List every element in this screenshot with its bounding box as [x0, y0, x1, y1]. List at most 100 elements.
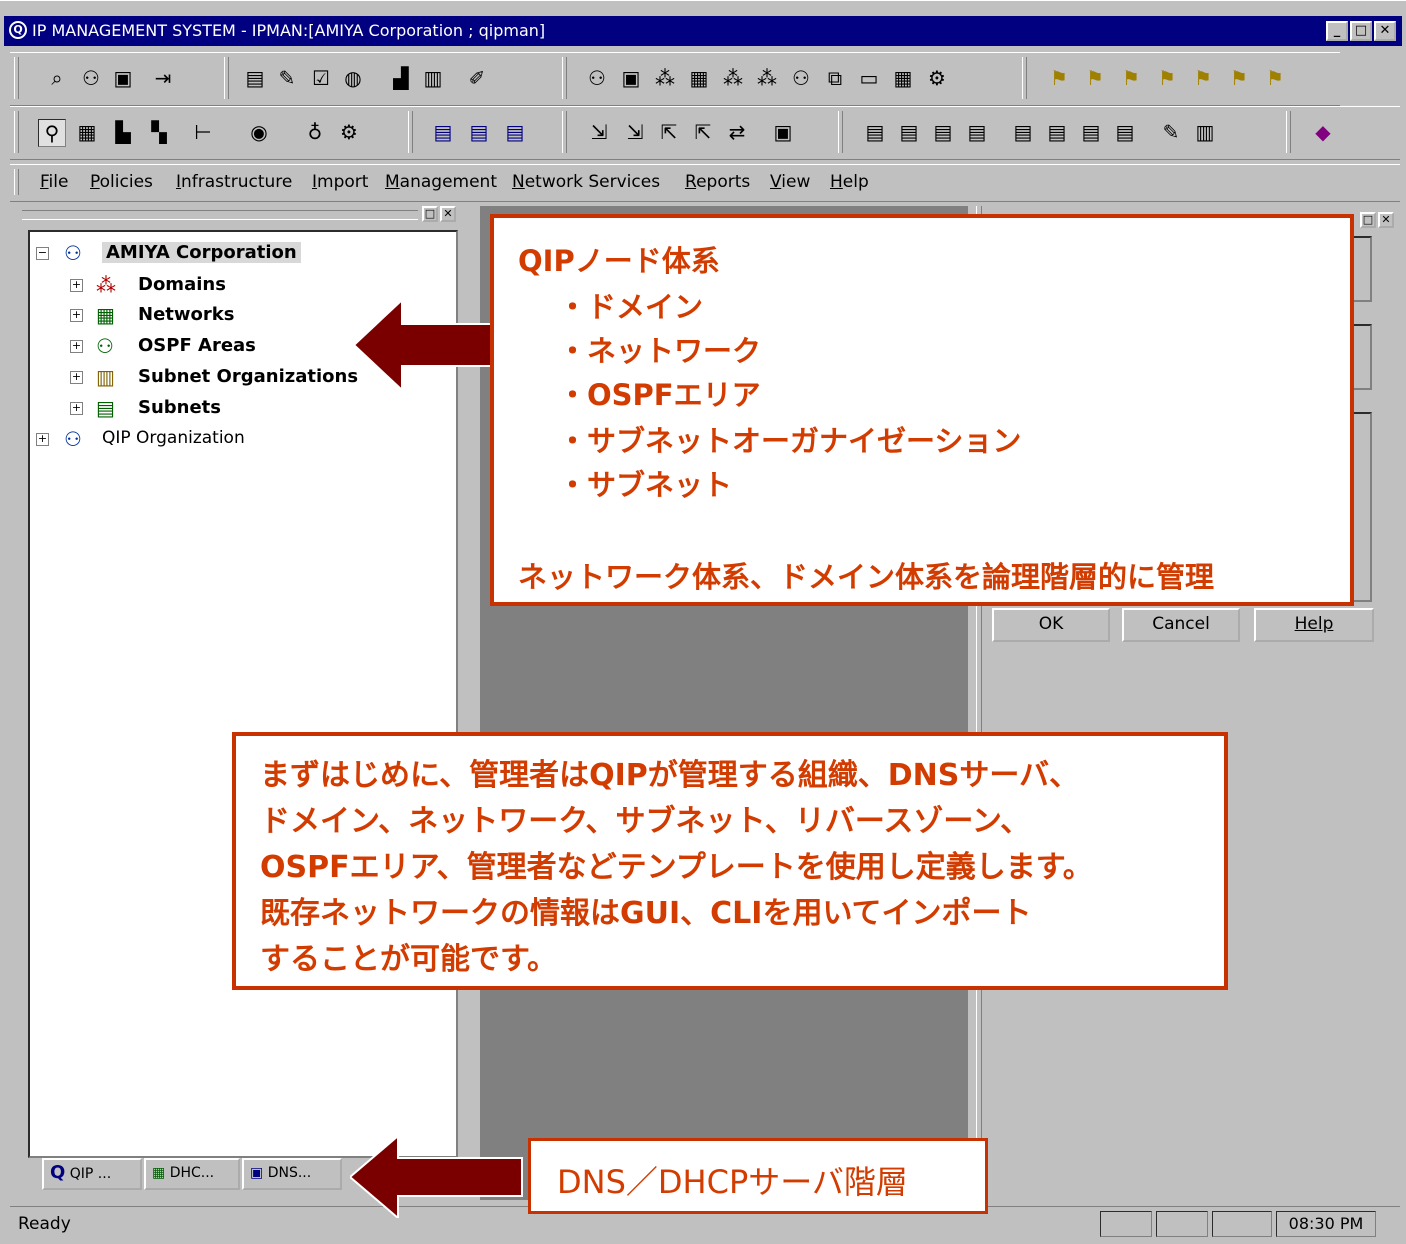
minimize-button[interactable]: _	[1326, 21, 1348, 41]
expand-icon[interactable]: +	[70, 309, 83, 322]
properties-icon[interactable]: ▤	[242, 65, 268, 91]
callout-line: することが可能です。	[260, 942, 557, 977]
chart-icon[interactable]: ▟	[388, 65, 414, 91]
edit-report-icon[interactable]: ✎	[1158, 119, 1184, 145]
tab-dhcp[interactable]: ▦ DHC...	[144, 1158, 240, 1190]
report-icon[interactable]: ▤	[1010, 119, 1036, 145]
server-icon[interactable]: ▣	[110, 65, 136, 91]
bulb-icon[interactable]: ♁	[302, 119, 328, 145]
hierarchy-icon[interactable]: ⊢	[190, 119, 216, 145]
user-icon[interactable]: ⚑	[1082, 65, 1108, 91]
terminal-icon[interactable]: ▭	[856, 65, 882, 91]
panel-restore-button[interactable]: □	[1360, 212, 1376, 228]
toolbar-row-2: ⚲ ▦ ▙ ▚ ⊢ ◉ ♁ ⚙ ▤ ▤ ▤ ⇲ ⇲ ⇱ ⇱ ⇄ ▣ ▤ ▤ ▤ …	[10, 106, 1400, 160]
toolbar-grip[interactable]	[1286, 111, 1291, 153]
help-book-icon[interactable]: ◆	[1310, 119, 1336, 145]
menu-view[interactable]: View	[770, 172, 810, 192]
menu-management[interactable]: Management	[385, 172, 497, 192]
window-icon[interactable]: ▤	[430, 119, 456, 145]
host-icon[interactable]: ▣	[618, 65, 644, 91]
toolbar-grip[interactable]	[14, 57, 19, 99]
network-icon[interactable]: ⚇	[584, 65, 610, 91]
panel-close-button[interactable]: ✕	[1378, 212, 1394, 228]
report-icon[interactable]: ▤	[930, 119, 956, 145]
exit-icon[interactable]: ⇥	[150, 65, 176, 91]
toolbar-grip[interactable]	[562, 111, 567, 153]
menu-infrastructure[interactable]: Infrastructure	[176, 172, 292, 192]
toolbar-grip[interactable]	[224, 57, 229, 99]
menu-import[interactable]: Import	[312, 172, 368, 192]
toolbar-grip[interactable]	[408, 111, 413, 153]
expand-icon[interactable]: +	[70, 371, 83, 384]
grid-icon[interactable]: ▦	[890, 65, 916, 91]
report-icon[interactable]: ▤	[862, 119, 888, 145]
zone-icon[interactable]: ⁂	[720, 65, 746, 91]
import-icon[interactable]: ⇲	[586, 119, 612, 145]
user-add-icon[interactable]: ⚑	[1046, 65, 1072, 91]
reverse-zone-icon[interactable]: ⁂	[754, 65, 780, 91]
import-icon[interactable]: ⇲	[622, 119, 648, 145]
user-icon[interactable]: ⚑	[1154, 65, 1180, 91]
title-bar[interactable]: Q IP MANAGEMENT SYSTEM - IPMAN:[AMIYA Co…	[4, 16, 1402, 46]
globe-icon[interactable]: ◉	[246, 119, 272, 145]
tools-icon[interactable]: ⚙	[924, 65, 950, 91]
settings-icon[interactable]: ⚙	[336, 119, 362, 145]
toolbar-grip[interactable]	[14, 111, 19, 153]
help-button[interactable]: Help	[1254, 608, 1374, 642]
tab-qip[interactable]: Q QIP ...	[42, 1158, 142, 1190]
export-icon[interactable]: ⇱	[656, 119, 682, 145]
transfer-icon[interactable]: ⇄	[724, 119, 750, 145]
doc-icon[interactable]: ▥	[420, 65, 446, 91]
org-icon[interactable]: ⚇	[788, 65, 814, 91]
object-tree-icon[interactable]: ⚇	[78, 65, 104, 91]
menu-reports[interactable]: Reports	[685, 172, 750, 192]
menu-help[interactable]: Help	[830, 172, 869, 192]
report-icon[interactable]: ▤	[964, 119, 990, 145]
building-icon[interactable]: ▙	[110, 119, 136, 145]
checklist-icon[interactable]: ☑	[308, 65, 334, 91]
user-icon[interactable]: ⚑	[1190, 65, 1216, 91]
window-icon[interactable]: ▤	[502, 119, 528, 145]
list-view-icon[interactable]: ▦	[74, 119, 100, 145]
report-icon[interactable]: ▤	[1112, 119, 1138, 145]
expand-icon[interactable]: +	[70, 340, 83, 353]
toolbar-grip[interactable]	[838, 111, 843, 153]
menu-network-services[interactable]: Network Services	[512, 172, 660, 192]
cancel-button[interactable]: Cancel	[1122, 608, 1240, 642]
expand-icon[interactable]: +	[70, 402, 83, 415]
maximize-button[interactable]: □	[1350, 21, 1372, 41]
tag-icon[interactable]: ✎	[274, 65, 300, 91]
panel-restore-button[interactable]: □	[422, 206, 438, 222]
edit-icon[interactable]: ✐	[464, 65, 490, 91]
link-icon[interactable]: ⧉	[822, 65, 848, 91]
print-icon[interactable]: ▥	[1192, 119, 1218, 145]
user-icon[interactable]: ⚑	[1118, 65, 1144, 91]
user-icon[interactable]: ⚑	[1226, 65, 1252, 91]
report-icon[interactable]: ▤	[1078, 119, 1104, 145]
panel-grip[interactable]	[22, 210, 418, 220]
expand-icon[interactable]: +	[70, 279, 83, 292]
find-icon[interactable]: ⌕	[44, 65, 70, 91]
menu-policies[interactable]: Policies	[90, 172, 153, 192]
tab-dns[interactable]: ▣ DNS...	[242, 1158, 342, 1190]
toolbar-grip[interactable]	[562, 57, 567, 99]
log-icon[interactable]: ▣	[770, 119, 796, 145]
domain-icon[interactable]: ⁂	[652, 65, 678, 91]
report-icon[interactable]: ▤	[896, 119, 922, 145]
user-icon[interactable]: ⚑	[1262, 65, 1288, 91]
menu-grip[interactable]	[14, 169, 19, 195]
export-icon[interactable]: ⇱	[690, 119, 716, 145]
window-icon[interactable]: ▤	[466, 119, 492, 145]
globe-doc-icon[interactable]: ◍	[340, 65, 366, 91]
toolbar-grip[interactable]	[1022, 57, 1027, 99]
report-icon[interactable]: ▤	[1044, 119, 1070, 145]
panel-close-button[interactable]: ✕	[440, 206, 456, 222]
close-button[interactable]: ✕	[1374, 21, 1396, 41]
expand-icon[interactable]: +	[36, 433, 49, 446]
tree-view-icon[interactable]: ⚲	[38, 119, 66, 147]
ok-button[interactable]: OK	[992, 608, 1110, 642]
collapse-icon[interactable]: −	[36, 247, 49, 260]
menu-file[interactable]: File	[40, 172, 68, 192]
subnet-icon[interactable]: ▦	[686, 65, 712, 91]
scan-icon[interactable]: ▚	[146, 119, 172, 145]
